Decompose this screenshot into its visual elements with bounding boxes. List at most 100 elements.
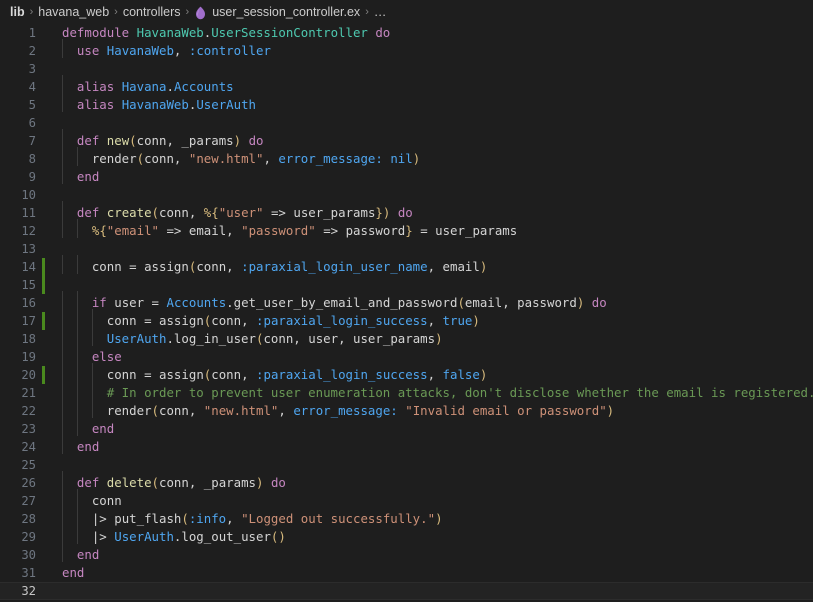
- code-line[interactable]: 4 alias Havana.Accounts: [0, 78, 813, 96]
- code-line[interactable]: 3: [0, 60, 813, 78]
- code-line-text[interactable]: [46, 456, 813, 474]
- gutter-spacer: [36, 78, 46, 96]
- code-line-text[interactable]: [46, 276, 813, 294]
- indent-guide: [62, 222, 77, 240]
- code-line-text[interactable]: end: [46, 438, 813, 456]
- line-number: 25: [0, 456, 36, 474]
- code-line-text[interactable]: UserAuth.log_in_user(conn, user, user_pa…: [46, 330, 813, 348]
- code-line-text[interactable]: alias Havana.Accounts: [46, 78, 813, 96]
- code-line-text[interactable]: if user = Accounts.get_user_by_email_and…: [46, 294, 813, 312]
- breadcrumb-item-controllers[interactable]: controllers: [123, 5, 181, 19]
- code-line-text[interactable]: defmodule HavanaWeb.UserSessionControlle…: [46, 24, 813, 42]
- code-line[interactable]: 20 conn = assign(conn, :paraxial_login_s…: [0, 366, 813, 384]
- gutter-spacer: [36, 204, 46, 222]
- code-line[interactable]: 7 def new(conn, _params) do: [0, 132, 813, 150]
- line-number: 20: [0, 366, 36, 384]
- breadcrumb[interactable]: lib › havana_web › controllers › user_se…: [0, 0, 813, 24]
- breadcrumb-separator: ›: [365, 6, 369, 18]
- code-line-text[interactable]: def create(conn, %{"user" => user_params…: [46, 204, 813, 222]
- breadcrumb-item-overflow[interactable]: …: [374, 5, 387, 19]
- code-line-text[interactable]: conn: [46, 492, 813, 510]
- indent-guide: [77, 366, 92, 384]
- code-line[interactable]: 25: [0, 456, 813, 474]
- code-line[interactable]: 2 use HavanaWeb, :controller: [0, 42, 813, 60]
- code-line[interactable]: 17 conn = assign(conn, :paraxial_login_s…: [0, 312, 813, 330]
- code-line[interactable]: 15: [0, 276, 813, 294]
- code-line-text[interactable]: [46, 60, 813, 78]
- code-line[interactable]: 29 |> UserAuth.log_out_user(): [0, 528, 813, 546]
- code-line[interactable]: 32: [0, 582, 813, 600]
- indent-guide: [62, 348, 77, 366]
- code-line[interactable]: 21 # In order to prevent user enumeratio…: [0, 384, 813, 402]
- code-line-text[interactable]: render(conn, "new.html", error_message: …: [46, 402, 813, 420]
- code-line-text[interactable]: [46, 582, 813, 600]
- line-number: 9: [0, 168, 36, 186]
- indent-guide: [92, 384, 107, 402]
- code-line[interactable]: 23 end: [0, 420, 813, 438]
- code-line[interactable]: 9 end: [0, 168, 813, 186]
- indent-guide: [62, 168, 77, 186]
- code-line[interactable]: 30 end: [0, 546, 813, 564]
- code-line[interactable]: 24 end: [0, 438, 813, 456]
- code-line-text[interactable]: else: [46, 348, 813, 366]
- code-line-text[interactable]: end: [46, 564, 813, 582]
- code-line-text[interactable]: def new(conn, _params) do: [46, 132, 813, 150]
- code-line-text[interactable]: conn = assign(conn, :paraxial_login_succ…: [46, 312, 813, 330]
- code-line[interactable]: 26 def delete(conn, _params) do: [0, 474, 813, 492]
- gutter-spacer: [36, 42, 46, 60]
- code-line-text[interactable]: |> put_flash(:info, "Logged out successf…: [46, 510, 813, 528]
- code-line-text[interactable]: conn = assign(conn, :paraxial_login_user…: [46, 258, 813, 276]
- code-line[interactable]: 16 if user = Accounts.get_user_by_email_…: [0, 294, 813, 312]
- line-number: 30: [0, 546, 36, 564]
- breadcrumb-item-havana-web[interactable]: havana_web: [38, 5, 109, 19]
- indent-guide: [62, 366, 77, 384]
- code-line-text[interactable]: render(conn, "new.html", error_message: …: [46, 150, 813, 168]
- indent-guide: [77, 384, 92, 402]
- code-line[interactable]: 19 else: [0, 348, 813, 366]
- breadcrumb-item-lib[interactable]: lib: [10, 5, 25, 19]
- line-number: 3: [0, 60, 36, 78]
- code-line-text[interactable]: [46, 186, 813, 204]
- code-line[interactable]: 28 |> put_flash(:info, "Logged out succe…: [0, 510, 813, 528]
- git-change-marker: [36, 258, 46, 276]
- code-line[interactable]: 6: [0, 114, 813, 132]
- code-line[interactable]: 14 conn = assign(conn, :paraxial_login_u…: [0, 258, 813, 276]
- line-number: 28: [0, 510, 36, 528]
- code-line-text[interactable]: [46, 240, 813, 258]
- gutter-spacer: [36, 96, 46, 114]
- code-line-text[interactable]: # In order to prevent user enumeration a…: [46, 384, 813, 402]
- line-number: 11: [0, 204, 36, 222]
- code-line[interactable]: 31end: [0, 564, 813, 582]
- breadcrumb-item-file[interactable]: user_session_controller.ex: [212, 5, 360, 19]
- code-line-text[interactable]: alias HavanaWeb.UserAuth: [46, 96, 813, 114]
- code-line[interactable]: 12 %{"email" => email, "password" => pas…: [0, 222, 813, 240]
- code-line-text[interactable]: [46, 114, 813, 132]
- indent-guide: [62, 258, 77, 276]
- code-line-text[interactable]: end: [46, 168, 813, 186]
- indent-guide: [62, 42, 77, 60]
- indent-guide: [62, 384, 77, 402]
- code-line[interactable]: 18 UserAuth.log_in_user(conn, user, user…: [0, 330, 813, 348]
- code-line[interactable]: 1 defmodule HavanaWeb.UserSessionControll…: [0, 24, 813, 42]
- code-line-text[interactable]: |> UserAuth.log_out_user(): [46, 528, 813, 546]
- code-line[interactable]: 13: [0, 240, 813, 258]
- gutter-spacer: [36, 564, 46, 582]
- code-line-text[interactable]: %{"email" => email, "password" => passwo…: [46, 222, 813, 240]
- code-line-text[interactable]: end: [46, 420, 813, 438]
- code-line[interactable]: 22 render(conn, "new.html", error_messag…: [0, 402, 813, 420]
- code-line-text[interactable]: end: [46, 546, 813, 564]
- gutter-spacer: [36, 402, 46, 420]
- code-line[interactable]: 11 def create(conn, %{"user" => user_par…: [0, 204, 813, 222]
- line-number: 1: [0, 24, 36, 42]
- indent-guide: [62, 330, 77, 348]
- code-line[interactable]: 5 alias HavanaWeb.UserAuth: [0, 96, 813, 114]
- code-line[interactable]: 27 conn: [0, 492, 813, 510]
- code-line-text[interactable]: def delete(conn, _params) do: [46, 474, 813, 492]
- code-line[interactable]: 8 render(conn, "new.html", error_message…: [0, 150, 813, 168]
- code-line[interactable]: 10: [0, 186, 813, 204]
- code-line-text[interactable]: use HavanaWeb, :controller: [46, 42, 813, 60]
- code-line-text[interactable]: conn = assign(conn, :paraxial_login_succ…: [46, 366, 813, 384]
- line-number: 27: [0, 492, 36, 510]
- indent-guide: [77, 330, 92, 348]
- code-editor[interactable]: 1 defmodule HavanaWeb.UserSessionControll…: [0, 24, 813, 602]
